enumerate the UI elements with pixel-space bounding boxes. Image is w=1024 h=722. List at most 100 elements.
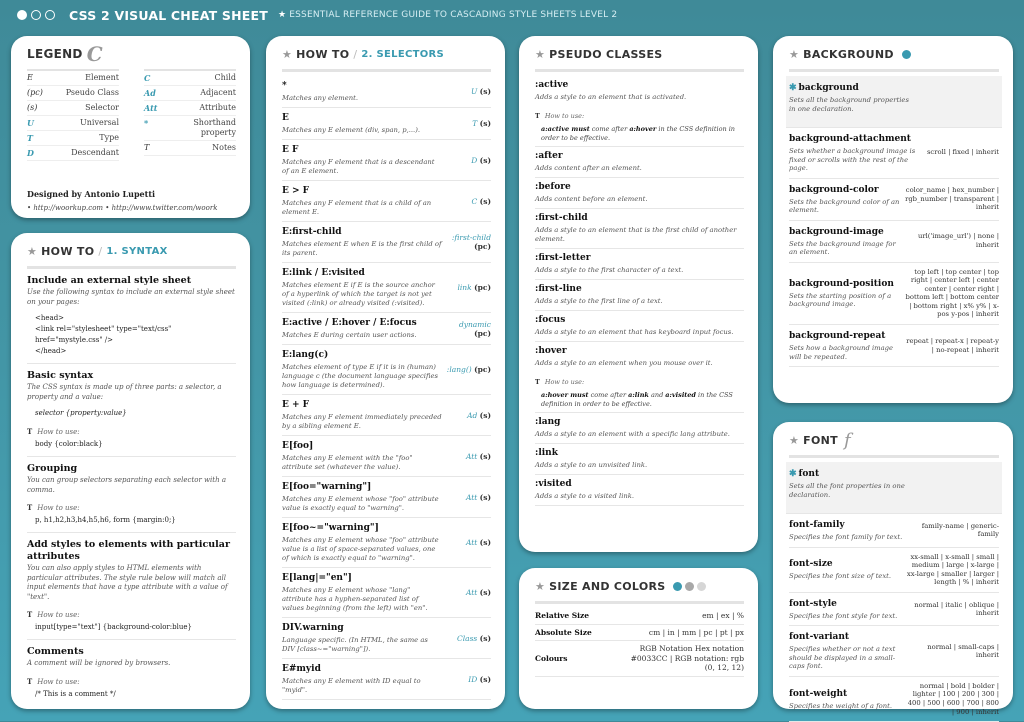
selector-description: Matches element E when E is the first ch… [282, 240, 442, 257]
size-colors-table: Relative Size em | ex | % Absolute Size cm … [535, 608, 744, 677]
selector-kind: (s) [479, 451, 491, 461]
selector-info: E:lang(c) Matches element of type E if it… [282, 349, 442, 390]
dot-icon[interactable] [45, 10, 55, 20]
legend-value: Attribute [199, 103, 236, 112]
selector-name: E[foo="warning"] [282, 482, 372, 492]
shorthand-icon: ✱ [789, 469, 797, 479]
section-heading: Basic syntax [27, 370, 94, 381]
syntax-title: ★ HOW TO / 1. SYNTAX [27, 244, 168, 258]
selector-name: E:active / E:hover / E:focus [282, 318, 417, 328]
legend-key: E [27, 73, 33, 82]
notes-icon: T [27, 427, 33, 436]
divider [535, 601, 744, 604]
property-row: background-position Sets the starting pos… [789, 263, 999, 326]
pseudo-class-description: Adds content after an element. [535, 164, 642, 172]
selector-description: Matches E during certain user actions. [282, 331, 417, 339]
selector-kind: (pc) [474, 328, 491, 338]
selector-name: E[foo] [282, 441, 314, 451]
selector-row: E[foo="warning"] Matches any E element wh… [282, 477, 491, 518]
selector-type: Att (s) [466, 588, 491, 597]
divider [27, 363, 236, 364]
selector-tag: D [471, 155, 478, 165]
selector-type: dynamic (pc) [440, 320, 491, 338]
pseudo-class-name: :hover [535, 346, 567, 356]
property-values: normal | small-caps | inherit [927, 642, 999, 660]
size-row: Colours RGB Notation Hex notation #0033CC… [535, 641, 744, 677]
code-block: selector {property:value} [27, 408, 236, 419]
property-name: ✱ background [789, 82, 917, 94]
color-dot-icon [673, 581, 683, 591]
selector-row: E:first-child Matches element E when E is… [282, 222, 491, 263]
legend-key: D [27, 148, 34, 158]
property-name: font-family [789, 519, 908, 531]
color-dot-icon [685, 581, 695, 591]
property-row: font-family Specifies the font family for… [789, 514, 999, 548]
property-description: Sets all the font properties in one decl… [789, 482, 905, 499]
selector-kind: (s) [479, 588, 491, 597]
howto-label: T How to use: [27, 427, 236, 436]
designer-credit: Designed by Antonio Lupetti [27, 189, 156, 199]
property-description: Specifies the font style for text. [789, 611, 898, 620]
page-subtitle: ★ ESSENTIAL REFERENCE GUIDE TO CASCADING … [277, 10, 618, 20]
font-properties: ✱ font Sets all the font properties in one… [786, 462, 1002, 722]
property-name-text: background-color [789, 184, 879, 195]
property-name: font-style [789, 598, 904, 610]
legend-row: U Universal [27, 116, 119, 131]
legend-key: U [27, 118, 34, 128]
pseudo-class-description: Adds a style to an element that is the f… [535, 226, 737, 243]
selector-description: Matches any F element that is a descenda… [282, 158, 435, 175]
pseudo-class-name: :lang [535, 417, 561, 427]
note-fragment: a:hover [541, 391, 569, 399]
selector-type: T (s) [472, 119, 491, 128]
pseudo-class-description: Adds a style to the first character of a… [535, 266, 684, 274]
page-title: CSS 2 VISUAL CHEAT SHEET [69, 7, 268, 23]
howto-note: a:active must come after a:hover in the … [535, 125, 744, 142]
selector-description: Matches any E element with ID equal to "… [282, 677, 421, 694]
selector-info: E > F Matches any F element that is a chi… [282, 185, 442, 217]
selector-description: Matches any element. [282, 94, 358, 102]
size-value: cm | in | mm | pc | pt | px [648, 627, 744, 637]
syntax-section: Comments A comment will be ignored by bro… [27, 646, 236, 700]
property-info: background-repeat Sets how a background i… [789, 330, 904, 361]
pseudo-class-description: Adds content before an element. [535, 195, 648, 203]
note-fragment: a:visited [665, 391, 696, 399]
selector-info: E + F Matches any F element immediately p… [282, 399, 442, 431]
selector-name: E [282, 113, 289, 123]
property-info: font-weight Specifies the weight of a fon… [789, 688, 904, 711]
background-title: ★ BACKGROUND [789, 46, 999, 62]
size-key: Colours [535, 653, 568, 663]
legend-key: (pc) [27, 88, 43, 97]
section-description: You can also apply styles to HTML elemen… [27, 564, 228, 601]
selector-type: Att (s) [466, 493, 491, 502]
syntax-card: ★ HOW TO / 1. SYNTAX Include an external… [11, 233, 250, 709]
selector-kind: (s) [479, 410, 491, 420]
legend-value: Child [214, 73, 236, 82]
syntax-section: Add styles to elements with particular a… [27, 539, 236, 640]
star-icon: ★ [789, 433, 800, 447]
property-row: background-color Sets the background colo… [789, 179, 999, 221]
code-block: /* This is a comment */ [35, 689, 116, 698]
pseudo-classes-card: ★ PSEUDO CLASSES :active Adds a style to … [519, 36, 758, 552]
legend-value: Pseudo Class [65, 88, 119, 97]
pseudo-class-row: :focus Adds a style to an element that ha… [535, 311, 744, 342]
selector-name: * [282, 81, 287, 91]
code-block: input[type="text"] {background-color:blu… [35, 623, 192, 631]
selector-description: Matches any E element (div, span, p,...)… [282, 126, 421, 134]
size-colors-card: ★ SIZE AND COLORS Relative Size em | ex |… [519, 568, 758, 709]
selector-info: * Matches any element. [282, 80, 442, 103]
dot-icon[interactable] [31, 10, 41, 20]
selector-kind: (s) [479, 674, 491, 684]
designer-links[interactable]: • http://woorkup.com • http://www.twitte… [27, 204, 236, 212]
selector-description: Matches any F element that is a child of… [282, 199, 432, 216]
selector-kind: (pc) [474, 283, 491, 292]
selector-tag: ID [468, 674, 478, 684]
selector-name: E[foo~="warning"] [282, 523, 379, 533]
legend-key: C [144, 73, 151, 83]
divider [27, 532, 236, 533]
legend-value: Element [85, 73, 119, 82]
selector-info: E:active / E:hover / E:focus Matches E du… [282, 317, 440, 340]
pseudo-class-name: :after [535, 151, 563, 161]
property-row: background-image Sets the background imag… [789, 221, 999, 263]
dot-icon[interactable] [17, 10, 27, 20]
property-values: top left | top center | top right | cent… [905, 267, 999, 319]
